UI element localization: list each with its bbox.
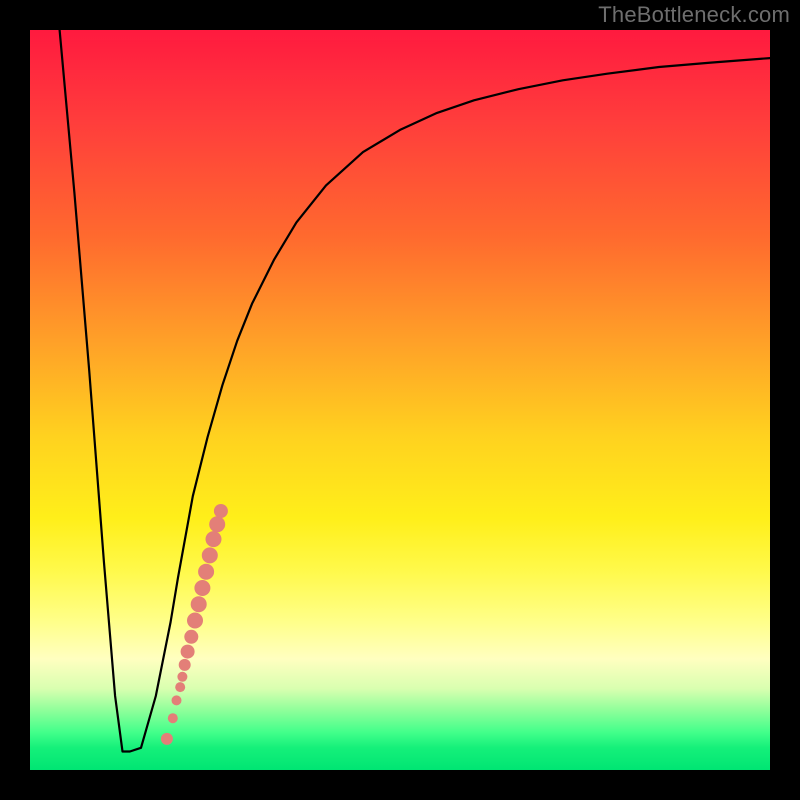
curve-layer: [30, 30, 770, 770]
plot-area: [30, 30, 770, 770]
data-point: [181, 645, 195, 659]
bottleneck-curve: [60, 30, 770, 752]
data-point: [202, 547, 218, 563]
data-point: [194, 580, 210, 596]
data-point: [177, 672, 187, 682]
data-point: [168, 713, 178, 723]
data-point: [206, 531, 222, 547]
data-point: [214, 504, 228, 518]
data-point: [187, 613, 203, 629]
data-point: [179, 659, 191, 671]
data-point: [198, 564, 214, 580]
marker-cluster: [161, 504, 228, 745]
data-point: [184, 630, 198, 644]
data-point: [161, 733, 173, 745]
watermark-text: TheBottleneck.com: [598, 2, 790, 28]
chart-frame: TheBottleneck.com: [0, 0, 800, 800]
data-point: [209, 516, 225, 532]
data-point: [191, 596, 207, 612]
data-point: [175, 682, 185, 692]
data-point: [172, 695, 182, 705]
